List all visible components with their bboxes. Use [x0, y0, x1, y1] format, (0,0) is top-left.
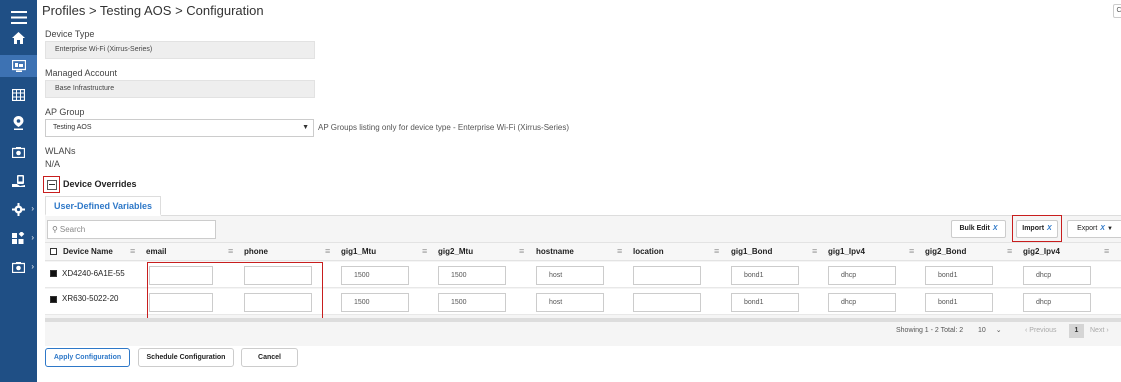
page-size-select[interactable]: 10 ⌄	[978, 325, 1002, 337]
gig1-mtu-input[interactable]: 1500	[341, 293, 409, 312]
menu-icon[interactable]	[0, 6, 37, 28]
column-header[interactable]: Device Name	[63, 243, 113, 260]
corner-button[interactable]: C	[1113, 4, 1121, 18]
column-header[interactable]: gig2_Bond	[925, 243, 966, 260]
chevron-down-icon: ⌄	[995, 327, 1002, 334]
gig1-ipv4-input[interactable]: dhcp	[828, 293, 896, 312]
home-icon[interactable]	[0, 27, 37, 49]
device-type-field: Enterprise Wi-Fi (Xirrus-Series)	[45, 41, 315, 59]
page-size-value: 10	[978, 327, 986, 334]
ap-group-hint: AP Groups listing only for device type -…	[318, 123, 570, 132]
next-page-button[interactable]: Next ›	[1090, 325, 1109, 337]
device-overrides-title: Device Overrides	[63, 179, 137, 189]
gig2-bond-input[interactable]: bond1	[925, 266, 993, 285]
managed-account-label: Managed Account	[45, 68, 118, 78]
filter-icon[interactable]: ≡	[1104, 243, 1109, 260]
caret-down-icon: ▼	[1106, 226, 1113, 232]
cancel-button[interactable]: Cancel	[241, 348, 298, 367]
bulk-edit-label: Bulk Edit	[959, 225, 990, 232]
location-pin-icon[interactable]	[0, 112, 37, 134]
table-header: Device Name ≡ email ≡ phone ≡ gig1_Mtu ≡…	[45, 242, 1121, 261]
gig2-ipv4-input[interactable]: dhcp	[1023, 266, 1091, 285]
column-header[interactable]: email	[146, 243, 166, 260]
gig1-bond-input[interactable]: bond1	[731, 266, 799, 285]
column-header[interactable]: location	[633, 243, 664, 260]
x-logo-icon: X	[992, 225, 998, 232]
ap-group-label: AP Group	[45, 107, 85, 117]
filter-icon[interactable]: ≡	[909, 243, 914, 260]
apply-configuration-button[interactable]: Apply Configuration	[45, 348, 130, 367]
caret-down-icon: ▼	[302, 124, 309, 131]
search-icon: ⚲	[52, 225, 58, 234]
bulk-edit-button[interactable]: Bulk Edit X	[951, 220, 1006, 238]
camera-icon[interactable]	[0, 141, 37, 163]
chevron-right-icon: ›	[31, 233, 34, 242]
import-highlight	[1012, 215, 1062, 242]
column-header[interactable]: gig1_Bond	[731, 243, 772, 260]
device-name: XR630-5022-20	[62, 294, 119, 303]
widgets-icon[interactable]: ›	[0, 227, 37, 249]
filter-icon[interactable]: ≡	[130, 243, 135, 260]
gear-icon[interactable]: ›	[0, 198, 37, 220]
ap-group-select[interactable]: Testing AOS ▼	[45, 119, 314, 137]
filter-icon[interactable]: ≡	[812, 243, 817, 260]
column-header[interactable]: gig2_Mtu	[438, 243, 473, 260]
tab-user-defined-variables[interactable]: User-Defined Variables	[45, 196, 161, 216]
export-label: Export	[1077, 225, 1098, 232]
wlans-value: N/A	[45, 159, 61, 169]
column-header[interactable]: gig2_Ipv4	[1023, 243, 1060, 260]
location-input[interactable]	[633, 293, 701, 312]
filter-icon[interactable]: ≡	[519, 243, 524, 260]
export-button[interactable]: Export X ▼	[1067, 220, 1121, 238]
x-logo-icon: X	[1100, 225, 1105, 232]
filter-icon[interactable]: ≡	[714, 243, 719, 260]
pagination-summary: Showing 1 - 2 Total: 2	[896, 327, 964, 334]
device-name: XD4240-6A1E-55	[62, 269, 125, 278]
row-checkbox[interactable]	[50, 270, 57, 277]
table-icon[interactable]	[0, 84, 37, 106]
previous-page-button[interactable]: ‹ Previous	[1025, 325, 1057, 337]
chevron-right-icon: ›	[31, 204, 34, 213]
device-type-label: Device Type	[45, 29, 95, 39]
gig1-ipv4-input[interactable]: dhcp	[828, 266, 896, 285]
row-checkbox[interactable]	[50, 296, 57, 303]
managed-account-field: Base Infrastructure	[45, 80, 315, 98]
schedule-configuration-button[interactable]: Schedule Configuration	[138, 348, 234, 367]
ap-group-value: Testing AOS	[53, 124, 92, 131]
breadcrumb: Profiles > Testing AOS > Configuration	[42, 3, 264, 18]
horizontal-scrollbar[interactable]	[45, 318, 1121, 322]
gig2-mtu-input[interactable]: 1500	[438, 293, 506, 312]
search-placeholder: Search	[59, 225, 86, 234]
gig2-mtu-input[interactable]: 1500	[438, 266, 506, 285]
gig1-mtu-input[interactable]: 1500	[341, 266, 409, 285]
hostname-input[interactable]: host	[536, 293, 604, 312]
current-page[interactable]: 1	[1069, 324, 1084, 338]
column-header[interactable]: gig1_Mtu	[341, 243, 376, 260]
search-input[interactable]: ⚲ Search	[47, 220, 216, 239]
filter-icon[interactable]: ≡	[325, 243, 330, 260]
select-all-checkbox[interactable]	[50, 248, 57, 255]
hostname-input[interactable]: host	[536, 266, 604, 285]
column-header[interactable]: phone	[244, 243, 268, 260]
email-phone-highlight	[147, 262, 323, 319]
gig2-bond-input[interactable]: bond1	[925, 293, 993, 312]
filter-icon[interactable]: ≡	[422, 243, 427, 260]
sidebar: › › ›	[0, 0, 37, 382]
location-input[interactable]	[633, 266, 701, 285]
camera-settings-icon[interactable]: ›	[0, 256, 37, 278]
device-hand-icon[interactable]	[0, 170, 37, 192]
gig1-bond-input[interactable]: bond1	[731, 293, 799, 312]
chevron-right-icon: ›	[31, 262, 34, 271]
collapse-toggle[interactable]	[43, 176, 60, 193]
gig2-ipv4-input[interactable]: dhcp	[1023, 293, 1091, 312]
column-header[interactable]: hostname	[536, 243, 574, 260]
wlans-label: WLANs	[45, 146, 76, 156]
minus-square-icon	[46, 179, 57, 190]
filter-icon[interactable]: ≡	[1007, 243, 1012, 260]
filter-icon[interactable]: ≡	[617, 243, 622, 260]
column-header[interactable]: gig1_Ipv4	[828, 243, 865, 260]
filter-icon[interactable]: ≡	[228, 243, 233, 260]
monitor-icon[interactable]	[0, 55, 37, 77]
